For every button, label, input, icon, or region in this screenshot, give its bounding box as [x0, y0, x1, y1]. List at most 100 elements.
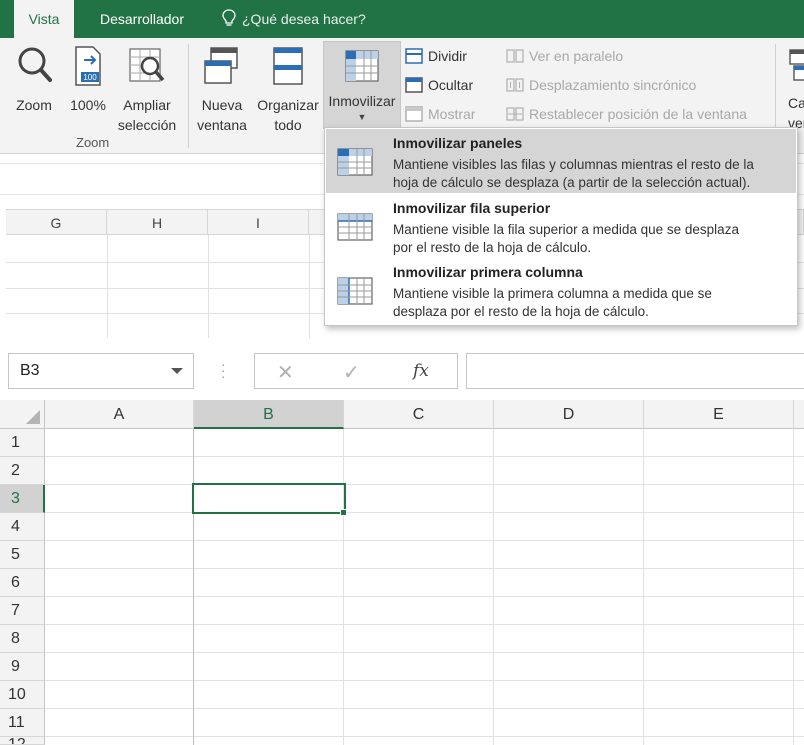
column-header-g[interactable]: G	[6, 209, 107, 235]
name-box[interactable]: B3	[8, 353, 194, 389]
tab-desarrollador[interactable]: Desarrollador	[84, 0, 200, 38]
row-header-10[interactable]: 10	[0, 681, 45, 709]
gridline	[643, 429, 644, 745]
zoom-selection-icon	[114, 44, 180, 93]
freeze-panes-menu: Inmovilizar paneles Mantiene visibles la…	[324, 127, 798, 326]
selected-cell-b3[interactable]	[192, 483, 346, 514]
unhide-button[interactable]: Mostrar	[405, 102, 475, 126]
zoom-button[interactable]: Zoom	[8, 44, 60, 115]
split-button[interactable]: Dividir	[405, 44, 467, 68]
menu-item-freeze-first-column[interactable]: Inmovilizar primera columna Mantiene vis…	[326, 258, 796, 322]
column-header-f[interactable]	[794, 400, 804, 429]
zoom-group-label: Zoom	[76, 135, 110, 150]
reset-position-icon	[506, 105, 524, 121]
chevron-down-icon[interactable]	[171, 368, 183, 374]
unhide-label: Mostrar	[428, 106, 476, 122]
zoom-100-label: 100%	[70, 97, 106, 113]
unhide-window-icon	[405, 105, 423, 122]
zoom-100-icon: 100	[64, 44, 112, 93]
gridline	[793, 429, 794, 745]
gridline	[45, 484, 804, 485]
switch-windows-button[interactable]: Ca ven	[782, 44, 804, 133]
row-header-8[interactable]: 8	[0, 625, 45, 653]
gridline	[107, 235, 108, 338]
arrange-all-label-2: todo	[274, 117, 302, 133]
sync-scroll-label: Desplazamiento sincrónico	[529, 77, 697, 93]
freeze-panes-icon	[336, 147, 374, 180]
drag-handle-icon[interactable]: · · ·	[221, 357, 226, 383]
gridline	[45, 512, 804, 513]
chevron-down-icon: ▼	[357, 112, 367, 122]
column-header-d[interactable]: D	[494, 400, 644, 429]
svg-text:100: 100	[83, 73, 97, 82]
gridline	[45, 680, 804, 681]
row-header-12[interactable]: 12	[0, 737, 45, 745]
zoom-selection-label-2: selección	[117, 117, 177, 133]
row-header-1[interactable]: 1	[0, 429, 45, 457]
lightbulb-icon	[222, 3, 236, 41]
row-header-7[interactable]: 7	[0, 597, 45, 625]
hide-label: Ocultar	[428, 77, 474, 93]
select-all-triangle-icon	[26, 410, 40, 424]
select-all-button[interactable]	[0, 400, 45, 429]
zoom-label: Zoom	[16, 97, 52, 113]
menu-item-desc-line-1: Mantiene visible la fila superior a medi…	[393, 222, 739, 237]
freeze-first-column-icon	[336, 276, 374, 309]
row-header-3[interactable]: 3	[0, 485, 45, 513]
side-by-side-icon	[506, 47, 524, 63]
split-icon	[405, 47, 423, 64]
freeze-panes-label: Inmovilizar	[328, 93, 396, 109]
gridline	[45, 456, 804, 457]
menu-item-freeze-panes[interactable]: Inmovilizar paneles Mantiene visibles la…	[326, 129, 796, 193]
formula-input[interactable]	[466, 353, 804, 389]
gridline	[45, 540, 804, 541]
gridline	[493, 429, 494, 745]
column-header-b[interactable]: B	[194, 400, 344, 429]
row-header-5[interactable]: 5	[0, 541, 45, 569]
insert-function-icon[interactable]: fx	[413, 361, 429, 381]
sync-scroll-button[interactable]: Desplazamiento sincrónico	[506, 73, 696, 97]
freeze-panes-icon	[324, 48, 400, 89]
switch-windows-label-1: Ca	[788, 95, 804, 111]
zoom-100-button[interactable]: 100 100%	[64, 44, 112, 115]
row-header-11[interactable]: 11	[0, 709, 45, 737]
column-header-a[interactable]: A	[45, 400, 194, 429]
column-header-c[interactable]: C	[344, 400, 494, 429]
hide-button[interactable]: Ocultar	[405, 73, 473, 97]
new-window-button[interactable]: Nueva ventana	[194, 44, 250, 135]
menu-item-desc-line-2: desplaza por el resto de la hoja de cálc…	[393, 304, 649, 319]
tab-vista[interactable]: Vista	[14, 0, 74, 38]
row-header-4[interactable]: 4	[0, 513, 45, 541]
sync-scroll-icon	[506, 76, 524, 92]
menu-item-description: Mantiene visible la primera columna a me…	[393, 285, 793, 321]
gridline	[45, 652, 804, 653]
formula-bar: B3 · · · ✕ ✓ fx	[0, 350, 804, 392]
zoom-to-selection-button[interactable]: Ampliar selección	[114, 44, 180, 135]
new-window-label-2: ventana	[197, 117, 247, 133]
column-header-i[interactable]: I	[208, 209, 309, 235]
tell-me-search[interactable]: ¿Qué desea hacer?	[222, 0, 366, 38]
row-header-9[interactable]: 9	[0, 653, 45, 681]
arrange-all-button[interactable]: Organizar todo	[254, 44, 322, 135]
row-header-2[interactable]: 2	[0, 457, 45, 485]
gridline	[45, 596, 804, 597]
menu-item-desc-line-1: Mantiene visibles las filas y columnas m…	[393, 157, 754, 172]
row-header-6[interactable]: 6	[0, 569, 45, 597]
fill-handle[interactable]	[340, 509, 347, 516]
view-side-by-side-button[interactable]: Ver en paralelo	[506, 44, 623, 68]
menu-item-description: Mantiene visible la fila superior a medi…	[393, 221, 793, 257]
reset-window-position-button[interactable]: Restablecer posición de la ventana	[506, 102, 747, 126]
menu-item-freeze-top-row[interactable]: Inmovilizar fila superior Mantiene visib…	[326, 194, 796, 258]
enter-check-icon[interactable]: ✓	[343, 360, 360, 385]
gridline	[45, 708, 804, 709]
menu-item-title: Inmovilizar primera columna	[393, 264, 583, 280]
menu-item-title: Inmovilizar fila superior	[393, 200, 551, 216]
switch-windows-icon	[782, 44, 804, 93]
arrange-all-icon	[254, 44, 322, 93]
column-header-h[interactable]: H	[107, 209, 208, 235]
new-window-label-1: Nueva	[201, 97, 243, 113]
cancel-icon[interactable]: ✕	[277, 360, 294, 385]
column-header-e[interactable]: E	[644, 400, 794, 429]
freeze-panes-button[interactable]: Inmovilizar ▼	[323, 41, 401, 129]
ribbon-tab-bar: Vista Desarrollador ¿Qué desea hacer?	[0, 0, 804, 38]
